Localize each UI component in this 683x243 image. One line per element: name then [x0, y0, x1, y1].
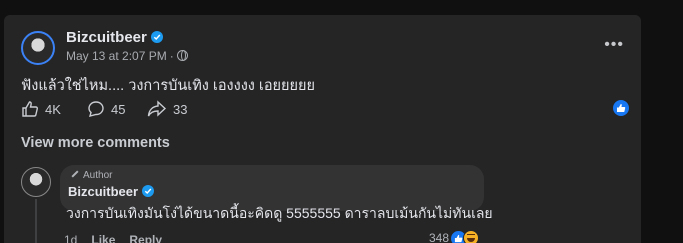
verified-badge-icon — [142, 185, 155, 197]
post-meta: May 13 at 2:07 PM · — [66, 49, 188, 63]
post-body-text: ฟังแล้วใช่ไหม.... วงการบันเทิง เองงงง เอ… — [21, 78, 316, 94]
comment-author-name-text[interactable]: Bizcuitbeer — [68, 184, 138, 199]
pencil-icon — [71, 170, 79, 178]
comment-actions: 1d Like Reply — [64, 233, 162, 243]
comment-count: 45 — [111, 101, 126, 117]
verified-badge-icon — [150, 31, 163, 43]
comment-reply-button[interactable]: Reply — [129, 233, 162, 243]
comment-author-avatar[interactable] — [21, 167, 51, 197]
comment-timestamp[interactable]: 1d — [64, 233, 77, 243]
post-card: Bizcuitbeer May 13 at 2:07 PM · ••• ฟังแล… — [4, 15, 641, 243]
more-options-button[interactable]: ••• — [604, 36, 624, 54]
globe-icon — [176, 50, 188, 61]
like-action[interactable]: 4K — [21, 100, 61, 118]
share-action[interactable]: 33 — [147, 100, 187, 118]
comment-author-name[interactable]: Bizcuitbeer — [68, 184, 155, 199]
like-reaction-icon[interactable] — [613, 100, 629, 116]
share-icon — [147, 100, 167, 117]
comment-like-button[interactable]: Like — [91, 233, 115, 243]
comment-icon — [88, 101, 104, 117]
thread-line — [35, 199, 37, 243]
author-badge-text: Author — [83, 170, 113, 181]
thumbs-up-icon — [22, 101, 38, 117]
haha-reaction-icon[interactable] — [463, 230, 479, 243]
post-author-name[interactable]: Bizcuitbeer — [66, 29, 163, 46]
author-badge: Author — [71, 170, 112, 181]
post-timestamp[interactable]: May 13 at 2:07 PM — [66, 49, 167, 63]
view-more-comments-link[interactable]: View more comments — [21, 135, 170, 151]
comment-body-text: วงการบันเทิงมันโง่ได้ขนาดนี้อะคิดดู 5555… — [66, 205, 493, 221]
share-count: 33 — [173, 101, 188, 117]
comment-action[interactable]: 45 — [87, 100, 125, 118]
post-author-avatar[interactable] — [21, 31, 55, 65]
post-author-name-text[interactable]: Bizcuitbeer — [66, 29, 147, 46]
like-count: 4K — [45, 101, 61, 117]
meta-separator: · — [169, 49, 174, 63]
comment-reaction-count[interactable]: 348 — [429, 231, 449, 243]
